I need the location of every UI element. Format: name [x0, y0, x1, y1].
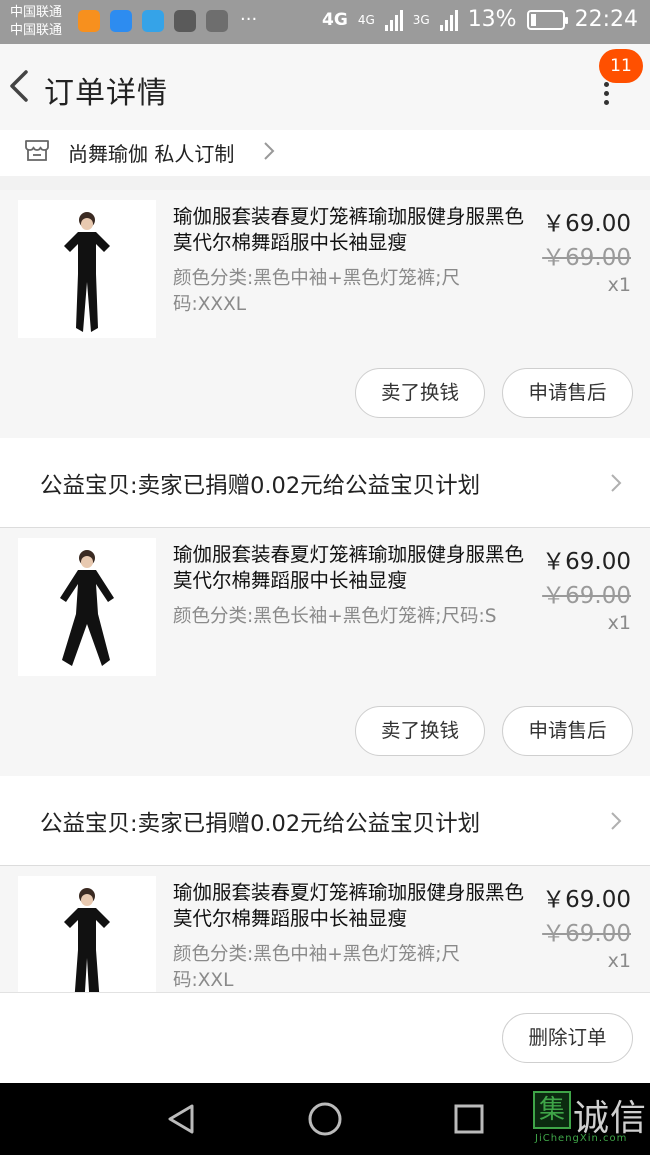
shop-row[interactable]: 尚舞瑜伽 私人订制	[0, 130, 650, 176]
watermark-glyph: 集	[533, 1091, 571, 1129]
item-original-price: ￥69.00	[542, 583, 631, 609]
contact-avatar-icon-2	[206, 10, 228, 32]
status-right: 4G 4G 3G 13% 22:24	[322, 7, 638, 32]
chevron-right-icon	[611, 474, 622, 492]
item-spec: 颜色分类:黑色中袖+黑色灯笼裤;尺码:XXL	[173, 944, 460, 991]
order-item[interactable]: 瑜伽服套装春夏灯笼裤瑜珈服健身服黑色莫代尔棉舞蹈服中长袖显瘦 颜色分类:黑色中袖…	[0, 866, 650, 992]
watermark-subtext: JiChengXin.com	[535, 1133, 628, 1144]
after-sales-button[interactable]: 申请售后	[502, 368, 633, 418]
product-thumbnail[interactable]	[18, 876, 156, 992]
order-item[interactable]: 瑜伽服套装春夏灯笼裤瑜珈服健身服黑色莫代尔棉舞蹈服中长袖显瘦 颜色分类:黑色中袖…	[0, 190, 650, 438]
order-item[interactable]: 瑜伽服套装春夏灯笼裤瑜珈服健身服黑色莫代尔棉舞蹈服中长袖显瘦 颜色分类:黑色长袖…	[0, 528, 650, 776]
back-triangle-icon[interactable]	[164, 1102, 198, 1136]
charity-text: 公益宝贝:卖家已捐赠0.02元给公益宝贝计划	[40, 811, 481, 837]
product-thumbnail[interactable]	[18, 538, 156, 676]
chevron-right-icon	[611, 812, 622, 830]
home-circle-icon[interactable]	[307, 1101, 343, 1137]
more-notifications-icon: ···	[240, 9, 258, 30]
notification-badge: 11	[599, 49, 643, 83]
page-title: 订单详情	[44, 76, 168, 111]
app-header: 订单详情	[0, 44, 650, 130]
network-type-4g-b: 4G	[357, 12, 375, 27]
watermark-logo: 集 诚信 JiChengXin.com	[533, 1089, 649, 1151]
carrier-label-1: 中国联通	[10, 5, 63, 20]
battery-icon	[526, 9, 568, 30]
delete-order-button[interactable]: 删除订单	[502, 1013, 633, 1063]
item-title: 瑜伽服套装春夏灯笼裤瑜珈服健身服黑色莫代尔棉舞蹈服中长袖显瘦	[173, 543, 525, 592]
after-sales-button[interactable]: 申请售后	[502, 706, 633, 756]
back-arrow-icon[interactable]	[6, 66, 36, 106]
shop-name: 尚舞瑜伽 私人订制	[68, 142, 235, 166]
item-original-price: ￥69.00	[542, 245, 631, 271]
charity-row[interactable]: 公益宝贝:卖家已捐赠0.02元给公益宝贝计划	[0, 776, 650, 866]
uc-browser-icon	[78, 10, 100, 32]
item-price: ￥69.00	[542, 887, 631, 913]
battery-percent: 13%	[467, 7, 517, 32]
item-quantity: x1	[607, 274, 631, 296]
item-original-price: ￥69.00	[542, 921, 631, 947]
item-quantity: x1	[607, 950, 631, 972]
item-price: ￥69.00	[542, 549, 631, 575]
order-action-bar: 删除订单	[0, 992, 650, 1083]
clock: 22:24	[574, 7, 638, 32]
product-thumbnail[interactable]	[18, 200, 156, 338]
contact-avatar-icon	[174, 10, 196, 32]
store-icon	[25, 140, 49, 161]
item-title: 瑜伽服套装春夏灯笼裤瑜珈服健身服黑色莫代尔棉舞蹈服中长袖显瘦	[173, 205, 525, 254]
status-bar: 中国联通 中国联通 ··· 4G 4G 3G 13% 22:24	[0, 0, 650, 44]
sell-for-cash-button[interactable]: 卖了换钱	[355, 368, 485, 418]
network-type-3g: 3G	[412, 12, 430, 27]
carrier-info: 中国联通 中国联通	[10, 4, 62, 40]
signal-icon	[384, 9, 403, 31]
health-app-icon	[110, 10, 132, 32]
network-type-4g-a: 4G	[322, 9, 348, 30]
sell-for-cash-button[interactable]: 卖了换钱	[355, 706, 485, 756]
more-menu-icon[interactable]	[596, 82, 616, 112]
signal-icon-2	[439, 9, 458, 31]
charity-row[interactable]: 公益宝贝:卖家已捐赠0.02元给公益宝贝计划	[0, 438, 650, 528]
system-nav-bar: 集 诚信 JiChengXin.com	[0, 1083, 650, 1155]
chevron-right-icon	[264, 142, 275, 160]
carrier-label-2: 中国联通	[10, 23, 63, 38]
item-price: ￥69.00	[542, 211, 631, 237]
item-spec: 颜色分类:黑色中袖+黑色灯笼裤;尺码:XXXL	[173, 268, 460, 315]
item-title: 瑜伽服套装春夏灯笼裤瑜珈服健身服黑色莫代尔棉舞蹈服中长袖显瘦	[173, 881, 525, 930]
charity-text: 公益宝贝:卖家已捐赠0.02元给公益宝贝计划	[40, 473, 481, 499]
item-quantity: x1	[607, 612, 631, 634]
message-app-icon	[142, 10, 164, 32]
recents-square-icon[interactable]	[453, 1103, 485, 1135]
item-spec: 颜色分类:黑色长袖+黑色灯笼裤;尺码:S	[173, 606, 497, 627]
